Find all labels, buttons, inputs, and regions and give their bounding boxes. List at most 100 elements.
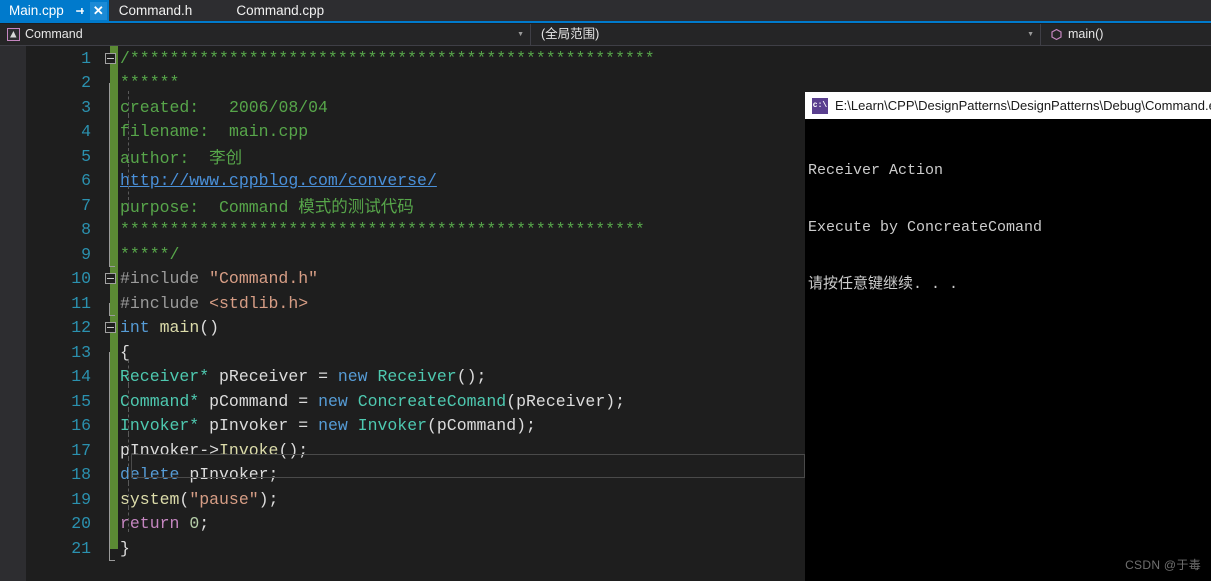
invoke-method: Invoke — [219, 440, 279, 460]
sp — [199, 294, 209, 313]
invoker-ctor: Invoker — [357, 416, 427, 436]
sp — [179, 465, 189, 484]
sp — [348, 416, 358, 435]
chevron-down-icon[interactable]: ▼ — [1027, 24, 1034, 45]
system-function: system — [120, 489, 180, 509]
scope-selector[interactable]: (全局范围) ▼ — [531, 24, 1041, 45]
sp — [308, 392, 318, 411]
collapse-region-icon[interactable] — [100, 52, 120, 64]
comment-filename-value: main.cpp — [228, 122, 309, 142]
visual-studio-window: Main.cpp ✕ Command.h Command.cpp Command… — [0, 0, 1211, 581]
new-keyword: new — [318, 416, 348, 436]
navigation-bar: Command ▼ (全局范围) ▼ main() — [0, 24, 1211, 46]
console-title-bar[interactable]: c:\ E:\Learn\CPP\DesignPatterns\DesignPa… — [805, 92, 1211, 119]
close-paren: ); — [258, 489, 279, 509]
delete-target: pInvoker; — [189, 465, 279, 485]
console-app-icon: c:\ — [812, 97, 828, 114]
line-number: 20 — [71, 514, 91, 534]
tab-label: Command.h — [118, 3, 193, 18]
watermark: CSDN @于毒 — [1125, 558, 1201, 572]
include-target: <stdlib.h> — [209, 293, 309, 313]
int-keyword: int — [120, 318, 150, 338]
sp — [199, 416, 209, 435]
line-number: 18 — [71, 465, 91, 485]
sp — [308, 416, 318, 435]
line-number: 11 — [71, 293, 91, 313]
console-output-line: Receiver Action — [808, 162, 944, 179]
line-number: 13 — [71, 342, 91, 362]
comment-created-value: 2006/08/04 — [228, 97, 328, 117]
new-keyword: new — [318, 391, 348, 411]
sp — [209, 367, 219, 386]
project-name: Command — [25, 27, 83, 41]
comment-author-label: author: — [120, 149, 190, 169]
console-output: Receiver Action Execute by ConcreateComa… — [805, 119, 1211, 332]
line-number: 19 — [71, 489, 91, 509]
line-number: 3 — [81, 97, 91, 117]
tab-label: Command.cpp — [236, 3, 325, 18]
comment-url-link[interactable]: http://www.cppblog.com/converse/ — [120, 171, 437, 190]
sp — [308, 367, 318, 386]
pin-icon[interactable] — [74, 4, 88, 19]
collapse-region-icon[interactable] — [100, 322, 120, 334]
tab-command-cpp[interactable]: Command.cpp — [210, 0, 342, 22]
sp — [199, 98, 229, 117]
sp — [328, 367, 338, 386]
call-parens: (); — [456, 367, 487, 387]
tab-command-h[interactable]: Command.h — [109, 0, 211, 22]
comment-filename-label: filename: — [120, 122, 210, 142]
method-icon — [1049, 28, 1063, 42]
member-selector[interactable]: main() — [1041, 24, 1211, 45]
open-paren: ( — [179, 489, 190, 509]
line-number: 5 — [81, 146, 91, 166]
code-line[interactable]: 1 /*************************************… — [0, 46, 1211, 71]
line-number: 1 — [81, 48, 91, 68]
project-selector[interactable]: Command ▼ — [0, 24, 531, 45]
code-text: ****** — [120, 73, 180, 93]
tab-main-cpp[interactable]: Main.cpp ✕ — [0, 0, 109, 22]
invoker-obj: pInvoker-> — [120, 440, 220, 460]
receiver-var: pReceiver — [219, 367, 309, 387]
include-keyword: #include — [120, 293, 200, 313]
main-function-name: main — [159, 318, 200, 338]
member-name: main() — [1068, 27, 1104, 41]
assign-op: = — [298, 416, 309, 436]
collapse-region-icon[interactable] — [100, 273, 120, 285]
sp — [179, 514, 189, 533]
call-parens: (); — [278, 440, 309, 460]
sp — [199, 392, 209, 411]
line-number: 15 — [71, 391, 91, 411]
line-number: 7 — [81, 195, 91, 215]
comment-purpose-value: Command 模式的测试代码 — [219, 198, 414, 218]
command-var: pCommand — [209, 391, 289, 411]
command-type: Command* — [120, 391, 200, 411]
code-text: /***************************************… — [120, 48, 655, 68]
sp — [348, 392, 358, 411]
comment-created-label: created: — [120, 97, 200, 117]
assign-op: = — [298, 391, 309, 411]
sp — [150, 318, 160, 337]
sp — [189, 149, 209, 168]
comment-author-value: 李创 — [209, 149, 243, 169]
sp — [288, 392, 298, 411]
scope-label: (全局范围) — [541, 27, 600, 41]
return-keyword: return — [120, 514, 180, 534]
comment-purpose-label: purpose: — [120, 198, 200, 218]
console-output-line: 请按任意键继续. . . — [808, 276, 959, 293]
line-number: 4 — [81, 122, 91, 142]
console-title-text: E:\Learn\CPP\DesignPatterns\DesignPatter… — [835, 98, 1211, 113]
line-number: 21 — [71, 538, 91, 558]
close-icon[interactable]: ✕ — [89, 2, 107, 20]
line-number: 16 — [71, 416, 91, 436]
sp — [209, 122, 229, 141]
semicolon: ; — [199, 514, 210, 534]
chevron-down-icon[interactable]: ▼ — [517, 24, 524, 45]
line-number: 2 — [81, 73, 91, 93]
parens: () — [199, 318, 220, 338]
delete-keyword: delete — [120, 465, 180, 485]
line-number: 9 — [81, 244, 91, 264]
invoker-var: pInvoker — [209, 416, 289, 436]
console-window[interactable]: c:\ E:\Learn\CPP\DesignPatterns\DesignPa… — [805, 92, 1211, 581]
sp — [199, 198, 219, 217]
receiver-ctor: Receiver — [377, 367, 457, 387]
